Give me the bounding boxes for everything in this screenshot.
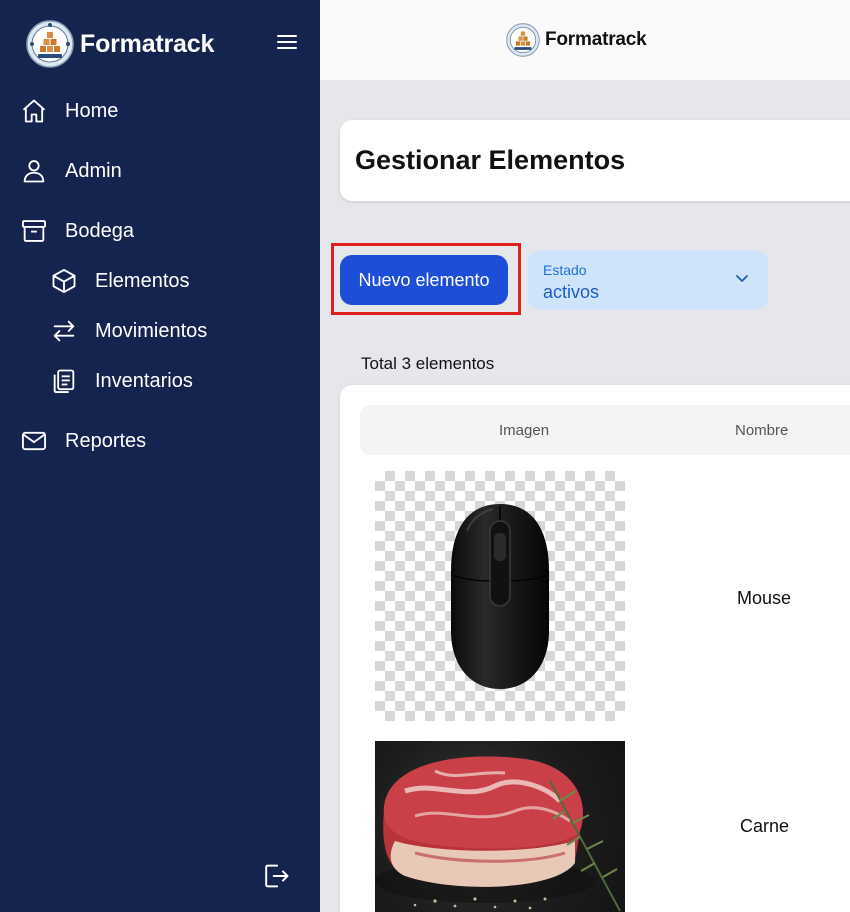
- row-name-cell[interactable]: Mouse: [737, 588, 791, 609]
- sidebar-item-label: Reportes: [65, 429, 147, 452]
- chevron-down-icon: [736, 275, 748, 282]
- brand-name: Formatrack: [80, 29, 215, 58]
- meat-photo: [375, 741, 625, 912]
- row-name-cell[interactable]: Carne: [740, 816, 789, 837]
- formatrack-logo-icon: [26, 20, 74, 68]
- table-header: Imagen Nombre: [360, 405, 850, 455]
- sidebar-item-label: Elementos: [95, 269, 190, 292]
- page-header-card: Gestionar Elementos: [340, 120, 850, 201]
- formatrack-logo-icon: [506, 23, 540, 57]
- sidebar-item-elementos[interactable]: Elementos: [50, 261, 190, 301]
- logout-icon[interactable]: [262, 861, 290, 891]
- top-brand[interactable]: Formatrack: [506, 23, 647, 57]
- sidebar-item-bodega[interactable]: Bodega: [20, 211, 134, 251]
- cube-icon: [50, 267, 78, 295]
- total-count: Total 3 elementos: [361, 354, 495, 373]
- archive-box-icon: [20, 217, 48, 245]
- sidebar-item-label: Movimientos: [95, 319, 208, 342]
- sidebar-item-label: Bodega: [65, 219, 134, 242]
- column-header-nombre[interactable]: Nombre: [735, 422, 788, 439]
- hamburger-menu-icon[interactable]: [276, 33, 298, 51]
- envelope-icon: [20, 427, 48, 455]
- estado-select-label: Estado: [543, 262, 587, 278]
- page-title: Gestionar Elementos: [355, 145, 626, 175]
- estado-select[interactable]: Estado activos: [528, 250, 768, 310]
- column-header-imagen[interactable]: Imagen: [499, 422, 549, 439]
- mouse-photo: [375, 471, 625, 721]
- sidebar-item-inventarios[interactable]: Inventarios: [50, 361, 193, 401]
- clipboard-list-icon: [50, 367, 78, 395]
- new-element-button[interactable]: Nuevo elemento: [340, 255, 508, 305]
- sidebar-item-admin[interactable]: Admin: [20, 151, 122, 191]
- sidebar: Formatrack Home Admin Bodega Elementos M…: [0, 0, 320, 912]
- sidebar-brand[interactable]: Formatrack: [26, 20, 214, 68]
- sidebar-item-reportes[interactable]: Reportes: [20, 421, 146, 461]
- home-icon: [20, 97, 48, 125]
- estado-select-value: activos: [543, 282, 600, 302]
- user-icon: [20, 157, 48, 185]
- brand-name: Formatrack: [545, 29, 647, 50]
- sidebar-item-label: Admin: [65, 159, 122, 182]
- top-bar: Formatrack: [320, 0, 850, 80]
- arrows-exchange-icon: [50, 317, 78, 345]
- sidebar-item-movimientos[interactable]: Movimientos: [50, 311, 207, 351]
- sidebar-item-label: Inventarios: [95, 369, 193, 392]
- sidebar-item-home[interactable]: Home: [20, 91, 118, 131]
- sidebar-item-label: Home: [65, 99, 119, 122]
